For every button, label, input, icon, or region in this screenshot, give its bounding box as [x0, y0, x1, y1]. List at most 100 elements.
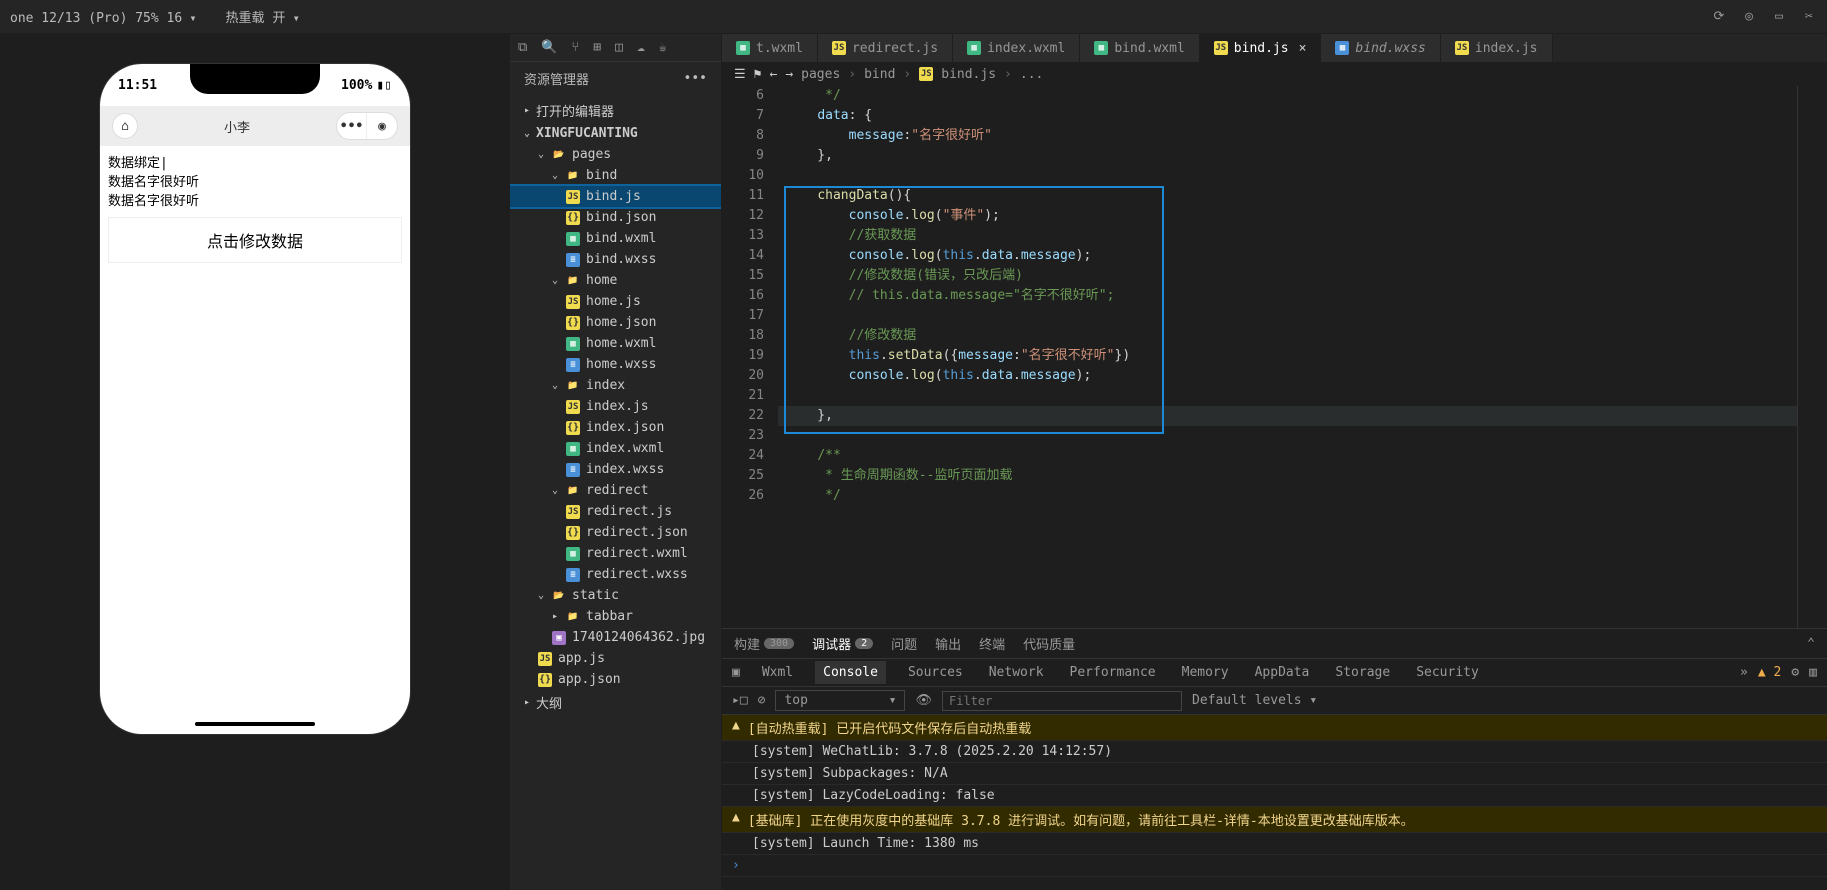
file-home-js[interactable]: JShome.js — [510, 291, 721, 312]
breadcrumb[interactable]: ☰ ⚑ ← → pages› bind› JS bind.js› ... — [722, 62, 1827, 86]
log-line: ▲[自动热重载] 已开启代码文件保存后自动热重载 — [722, 715, 1827, 741]
devtab-wxml[interactable]: Wxml — [758, 665, 797, 680]
explorer-header: 资源管理器 ••• — [510, 62, 721, 94]
tab-debugger[interactable]: 调试器 2 — [812, 634, 873, 653]
cup-icon[interactable]: ☕ — [659, 40, 667, 55]
tab-redirect-js[interactable]: JSredirect.js — [818, 34, 953, 62]
file-home-json[interactable]: {}home.json — [510, 312, 721, 333]
tab-terminal[interactable]: 终端 — [979, 634, 1005, 653]
tab-code-quality[interactable]: 代码质量 — [1023, 634, 1075, 653]
status-time: 11:51 — [118, 78, 157, 93]
back-icon[interactable]: ← — [769, 67, 777, 82]
stop-icon[interactable]: ◎ — [1741, 9, 1757, 25]
tab-output[interactable]: 输出 — [935, 634, 961, 653]
tab-t-wxml[interactable]: ▦t.wxml — [722, 34, 818, 62]
folder-pages[interactable]: ⌄📂pages — [510, 144, 721, 165]
console-filter: ▸□ ⊘ top▾ 👁 Default levels ▾ — [722, 687, 1827, 715]
devtab-sources[interactable]: Sources — [904, 665, 967, 680]
tab-index-js[interactable]: JSindex.js — [1441, 34, 1553, 62]
file-index-json[interactable]: {}index.json — [510, 417, 721, 438]
refresh-icon[interactable]: ⟳ — [1711, 9, 1727, 25]
play-icon[interactable]: ▸□ — [732, 693, 748, 708]
home-icon[interactable]: ⌂ — [112, 113, 138, 139]
code-editor[interactable]: 67891011121314151617181920212223242526 *… — [722, 86, 1827, 628]
file-home-wxml[interactable]: ▦home.wxml — [510, 333, 721, 354]
capsule-menu[interactable]: •••◉ — [336, 112, 398, 140]
tab-bind-wxss[interactable]: ▦bind.wxss — [1321, 34, 1440, 62]
cut-icon[interactable]: ✂ — [1801, 9, 1817, 25]
folder-index[interactable]: ⌄📁index — [510, 375, 721, 396]
levels-select[interactable]: Default levels ▾ — [1192, 693, 1317, 708]
content-line: 数据名字很好听 — [108, 171, 402, 190]
file-bind-wxss[interactable]: ≡bind.wxss — [510, 249, 721, 270]
file-bind-js[interactable]: JSbind.js — [510, 186, 721, 207]
device-icon[interactable]: ▭ — [1771, 9, 1787, 25]
chevron-up-icon[interactable]: ⌃ — [1807, 636, 1815, 651]
outline-section[interactable]: ▸大纲 — [510, 690, 721, 715]
minimap[interactable] — [1797, 86, 1827, 628]
devtab-console[interactable]: Console — [815, 661, 886, 684]
tab-bind-js[interactable]: JSbind.js× — [1200, 34, 1322, 62]
devtab-performance[interactable]: Performance — [1066, 665, 1160, 680]
content-line: 数据绑定| — [108, 152, 402, 171]
clear-icon[interactable]: ⊘ — [758, 693, 766, 708]
folder-home[interactable]: ⌄📁home — [510, 270, 721, 291]
phone-frame: 11:51 100% ▮▯ ⌂ 小李 •••◉ 数据绑定| 数据名字很好听 数据… — [100, 64, 410, 734]
file-redirect-wxss[interactable]: ≡redirect.wxss — [510, 564, 721, 585]
code-content[interactable]: */ data: { message:"名字很好听" }, changData(… — [778, 86, 1797, 628]
nav-title: 小李 — [138, 117, 336, 136]
console-prompt[interactable]: › — [722, 855, 1827, 877]
tab-build[interactable]: 构建 300 — [734, 634, 794, 653]
folder-tabbar[interactable]: ▸📁tabbar — [510, 606, 721, 627]
search-icon[interactable]: 🔍 — [541, 40, 557, 55]
folder-bind[interactable]: ⌄📁bind — [510, 165, 721, 186]
file-app-json[interactable]: {}app.json — [510, 669, 721, 690]
devtab-appdata[interactable]: AppData — [1251, 665, 1314, 680]
devtab-security[interactable]: Security — [1412, 665, 1483, 680]
filter-input[interactable] — [942, 691, 1182, 711]
tab-bind-wxml[interactable]: ▦bind.wxml — [1080, 34, 1199, 62]
cloud-icon[interactable]: ☁ — [637, 40, 645, 55]
devtab-storage[interactable]: Storage — [1331, 665, 1394, 680]
file-bind-json[interactable]: {}bind.json — [510, 207, 721, 228]
forward-icon[interactable]: → — [785, 67, 793, 82]
dock-icon[interactable]: ▥ — [1809, 665, 1817, 680]
file-index-wxml[interactable]: ▦index.wxml — [510, 438, 721, 459]
console-log[interactable]: ▲[自动热重载] 已开启代码文件保存后自动热重载[system] WeChatL… — [722, 715, 1827, 890]
more-icon[interactable]: » — [1740, 665, 1748, 680]
more-icon[interactable]: ••• — [684, 71, 707, 86]
folder-static[interactable]: ⌄📂static — [510, 585, 721, 606]
file-redirect-js[interactable]: JSredirect.js — [510, 501, 721, 522]
file-redirect-wxml[interactable]: ▦redirect.wxml — [510, 543, 721, 564]
close-icon[interactable]: × — [1299, 41, 1307, 56]
gear-icon[interactable]: ⚙ — [1791, 665, 1799, 680]
list-icon[interactable]: ☰ — [734, 67, 746, 82]
branch-icon[interactable]: ⑂ — [571, 40, 579, 55]
inspect-icon[interactable]: ▣ — [732, 665, 740, 680]
file-redirect-json[interactable]: {}redirect.json — [510, 522, 721, 543]
device-info[interactable]: one 12/13 (Pro) 75% 16 ▾ 热重载 开 ▾ — [10, 7, 300, 26]
context-select[interactable]: top▾ — [775, 690, 905, 711]
devtab-network[interactable]: Network — [985, 665, 1048, 680]
file-home-wxss[interactable]: ≡home.wxss — [510, 354, 721, 375]
grid-icon[interactable]: ⊞ — [593, 40, 601, 55]
project-section[interactable]: ⌄XINGFUCANTING — [510, 123, 721, 144]
folder-redirect[interactable]: ⌄📁redirect — [510, 480, 721, 501]
ext-icon[interactable]: ◫ — [615, 40, 623, 55]
bookmark-icon[interactable]: ⚑ — [754, 67, 762, 82]
modify-data-button[interactable]: 点击修改数据 — [108, 217, 402, 263]
log-line: [system] Subpackages: N/A — [722, 763, 1827, 785]
editor-area: ▦t.wxmlJSredirect.js▦index.wxml▦bind.wxm… — [722, 34, 1827, 890]
open-editors-section[interactable]: ▸打开的编辑器 — [510, 98, 721, 123]
file-image[interactable]: ▣1740124064362.jpg — [510, 627, 721, 648]
file-bind-wxml[interactable]: ▦bind.wxml — [510, 228, 721, 249]
file-index-wxss[interactable]: ≡index.wxss — [510, 459, 721, 480]
copy-icon[interactable]: ⧉ — [518, 40, 527, 55]
warnings-badge[interactable]: ▲ 2 — [1758, 665, 1781, 680]
file-app-js[interactable]: JSapp.js — [510, 648, 721, 669]
tab-problems[interactable]: 问题 — [891, 634, 917, 653]
file-index-js[interactable]: JSindex.js — [510, 396, 721, 417]
eye-icon[interactable]: 👁 — [915, 693, 932, 708]
devtab-memory[interactable]: Memory — [1178, 665, 1233, 680]
tab-index-wxml[interactable]: ▦index.wxml — [953, 34, 1080, 62]
